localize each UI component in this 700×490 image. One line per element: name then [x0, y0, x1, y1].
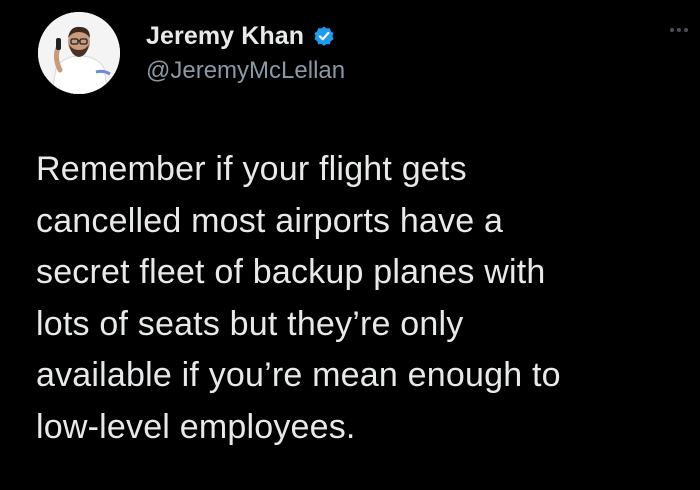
user-handle[interactable]: @JeremyMcLellan — [146, 57, 345, 85]
more-options-icon[interactable] — [670, 28, 688, 32]
tweet-text-line: available if you’re mean enough to — [36, 356, 561, 394]
user-info: Jeremy Khan @JeremyMcLellan — [146, 22, 345, 85]
tweet-text-line: cancelled most airports have a — [36, 201, 504, 240]
tweet-card: Jeremy Khan @JeremyMcLellan Remember if … — [0, 0, 700, 490]
more-dot — [670, 28, 674, 32]
tweet-text-line: lots of seats but they’re only — [36, 304, 464, 343]
display-name[interactable]: Jeremy Khan — [146, 22, 304, 51]
verified-badge-icon — [312, 24, 336, 48]
avatar[interactable] — [38, 12, 120, 94]
tweet-text-line: low-level employees. — [36, 407, 356, 446]
tweet-text-line: secret fleet of backup planes with — [36, 253, 546, 291]
more-dot — [677, 28, 681, 32]
more-dot — [684, 28, 688, 32]
avatar-image — [38, 12, 120, 94]
tweet-text-line: Remember if your flight gets — [36, 150, 467, 188]
name-row: Jeremy Khan — [146, 22, 345, 51]
tweet-header: Jeremy Khan @JeremyMcLellan — [38, 3, 345, 103]
tweet-text: Remember if your flight gets cancelled m… — [36, 144, 676, 453]
